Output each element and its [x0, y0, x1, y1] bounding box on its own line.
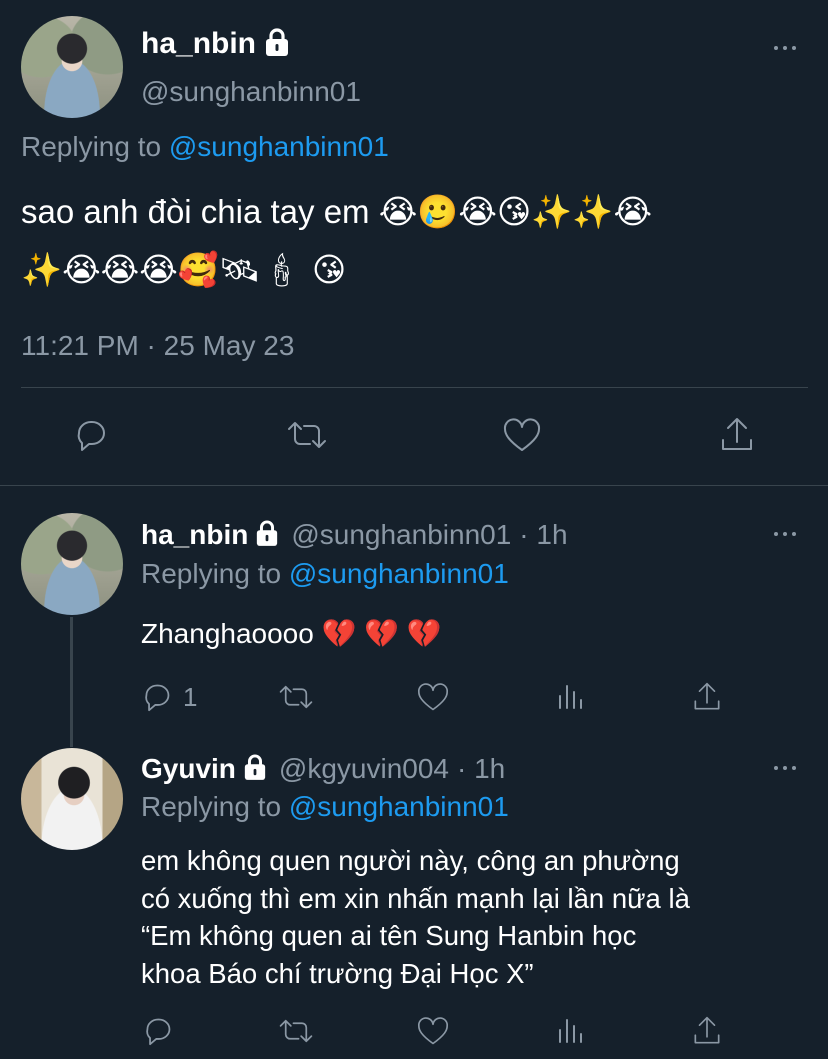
lock-icon — [255, 519, 279, 552]
reply-text: Zhanghaoooo 💔 💔 💔 — [141, 618, 442, 649]
reply-icon[interactable] — [141, 1014, 175, 1048]
heart-icon[interactable] — [414, 1014, 452, 1048]
more-icon[interactable] — [774, 532, 796, 536]
share-icon[interactable] — [690, 680, 724, 714]
share-icon[interactable] — [716, 414, 758, 456]
time[interactable]: · 1h — [457, 753, 505, 785]
timestamp[interactable]: 11:21 PM · 25 May 23 — [21, 330, 294, 362]
author-row: Gyuvin @kgyuvin004 · 1h — [141, 750, 505, 788]
reply-count: 1 — [183, 681, 198, 712]
handle[interactable]: @sunghanbinn01 — [291, 519, 511, 551]
reply-button[interactable]: 1 — [141, 680, 197, 714]
avatar[interactable] — [21, 513, 123, 615]
replying-prefix: Replying to — [141, 791, 282, 822]
more-icon[interactable] — [774, 766, 796, 770]
retweet-icon[interactable] — [276, 680, 316, 714]
replying-prefix: Replying to — [21, 131, 162, 162]
replying-handle-link[interactable]: @sunghanbinn01 — [289, 791, 509, 822]
reply-text-line: “Em không quen ai tên Sung Hanbin học — [141, 920, 637, 951]
reply-text-line: có xuống thì em xin nhấn mạnh lại lần nữ… — [141, 882, 690, 914]
reply-text-line: em không quen người này, công an phường — [141, 845, 680, 876]
analytics-icon[interactable] — [553, 1014, 587, 1048]
thread-line — [70, 617, 73, 747]
replying-prefix: Replying to — [141, 558, 282, 589]
author-row: ha_nbin @sunghanbinn01 · 1h — [141, 516, 568, 554]
reply-text-line: khoa Báo chí trường Đại Học X” — [141, 957, 534, 989]
avatar[interactable] — [21, 16, 123, 118]
divider — [21, 387, 808, 388]
time[interactable]: · 1h — [519, 519, 567, 551]
reply-icon[interactable] — [70, 414, 112, 456]
handle[interactable]: @kgyuvin004 — [279, 753, 449, 785]
retweet-icon[interactable] — [284, 414, 330, 456]
more-icon[interactable] — [774, 46, 796, 50]
lock-icon — [264, 27, 290, 62]
author-row: ha_nbin — [141, 24, 290, 64]
replying-handle-link[interactable]: @sunghanbinn01 — [169, 131, 389, 162]
heart-icon[interactable] — [500, 414, 544, 456]
divider — [0, 485, 828, 486]
replying-handle-link[interactable]: @sunghanbinn01 — [289, 558, 509, 589]
display-name[interactable]: ha_nbin — [141, 27, 256, 61]
analytics-icon[interactable] — [553, 680, 587, 714]
avatar[interactable] — [21, 748, 123, 850]
replying-to: Replying to @sunghanbinn01 — [141, 791, 509, 823]
tweet-text-line-1: sao anh đòi chia tay em 😭🥲😭😘✨✨😭 — [21, 193, 653, 230]
display-name[interactable]: ha_nbin — [141, 519, 248, 551]
display-name[interactable]: Gyuvin — [141, 753, 236, 785]
retweet-icon[interactable] — [276, 1014, 316, 1048]
lock-icon — [243, 753, 267, 786]
share-icon[interactable] — [690, 1014, 724, 1048]
reply-text: em không quen người này, công an phường … — [141, 842, 690, 992]
tweet-text-line-2: ✨😭😭😭🥰🛰🕯 😘 — [21, 251, 347, 288]
replying-to: Replying to @sunghanbinn01 — [21, 131, 389, 163]
replying-to: Replying to @sunghanbinn01 — [141, 558, 509, 590]
reply-icon — [141, 682, 173, 712]
heart-icon[interactable] — [414, 680, 452, 714]
handle[interactable]: @sunghanbinn01 — [141, 76, 361, 108]
